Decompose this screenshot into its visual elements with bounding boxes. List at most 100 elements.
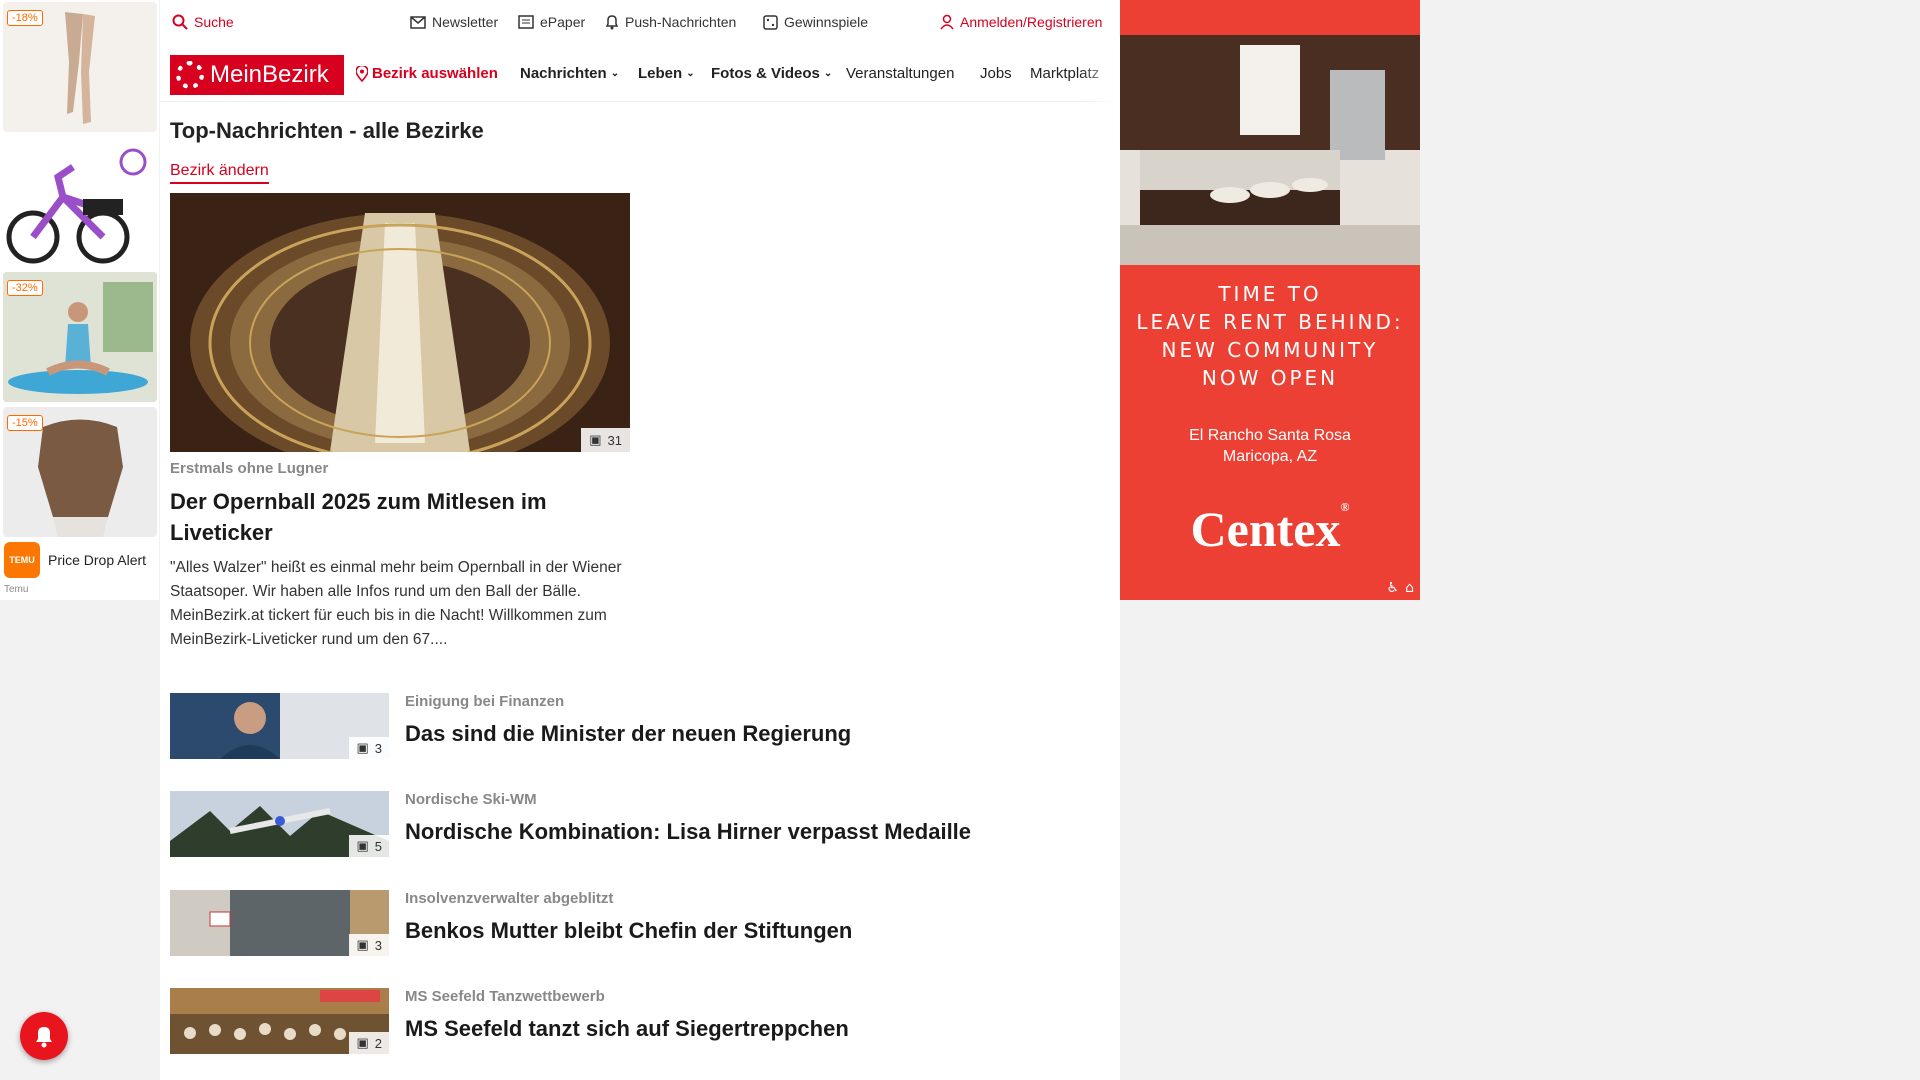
photo-count: 3: [374, 740, 382, 756]
kitchen-photo: [1120, 0, 1420, 265]
nav-veranstaltungen[interactable]: Veranstaltungen: [846, 65, 954, 82]
hero-teaser: "Alles Walzer" heißt es einmal mehr beim…: [170, 559, 622, 648]
hero-title[interactable]: Der Opernball 2025 zum Mitlesen im Livet…: [170, 486, 630, 548]
chevron-down-icon: ⌄: [823, 68, 833, 79]
ad-tile-trike[interactable]: [3, 137, 157, 267]
article-title[interactable]: Das sind die Minister der neuen Regierun…: [405, 721, 851, 747]
article-thumbnail[interactable]: ▣ 3: [170, 890, 389, 956]
ad-brand-name: Centex: [1190, 501, 1341, 557]
login-link[interactable]: Anmelden/Registrieren: [940, 14, 1102, 30]
ad-tile-shirt[interactable]: -15%: [3, 407, 157, 537]
gallery-icon: ▣: [356, 838, 369, 853]
equal-housing-icon: ⌂: [1405, 580, 1414, 596]
utility-bar: Suche Newsletter ePaper Push-Nachrichten…: [160, 0, 1120, 46]
article-thumbnail[interactable]: ▣ 5: [170, 791, 389, 857]
chevron-down-icon: ⌄: [686, 68, 695, 79]
photo-count-badge: ▣ 5: [349, 835, 389, 857]
bezirk-select[interactable]: Bezirk auswählen: [356, 65, 498, 82]
user-icon: [940, 14, 954, 30]
epaper-link[interactable]: ePaper: [518, 14, 585, 30]
photo-count: 5: [374, 838, 382, 854]
push-label: Push-Nachrichten: [625, 14, 737, 30]
discount-badge: -32%: [7, 280, 43, 296]
ad-headline-line: LEAVE RENT BEHIND:: [1136, 310, 1404, 334]
ad-headline: TIME TO LEAVE RENT BEHIND: NEW COMMUNITY…: [1120, 280, 1420, 392]
nav-fotos-videos[interactable]: Fotos & Videos ⌄: [711, 65, 832, 82]
article-item[interactable]: ▣ 3 Einigung bei Finanzen Das sind die M…: [170, 693, 1070, 763]
bell-icon: [605, 15, 619, 30]
article-kicker: Nordische Ski-WM: [405, 791, 537, 808]
nav-fade-overlay: [1080, 46, 1120, 102]
discount-badge: -18%: [7, 10, 43, 26]
photo-count-badge: ▣ 3: [349, 934, 389, 956]
opera-ball-photo: [170, 193, 630, 452]
ad-headline-line: TIME TO: [1218, 282, 1322, 306]
notification-bell-button[interactable]: [20, 1012, 68, 1060]
article-title[interactable]: Nordische Kombination: Lisa Hirner verpa…: [405, 819, 971, 845]
nav-label: Veranstaltungen: [846, 65, 955, 82]
hero-kicker: Erstmals ohne Lugner: [170, 460, 329, 477]
nav-label: Jobs: [980, 65, 1012, 82]
gallery-icon: ▣: [356, 740, 369, 755]
article-thumbnail[interactable]: ▣ 2: [170, 988, 389, 1054]
epaper-label: ePaper: [540, 14, 586, 30]
main-content: Suche Newsletter ePaper Push-Nachrichten…: [160, 0, 1120, 1080]
nav-leben[interactable]: Leben ⌄: [638, 65, 695, 82]
temu-logo: TEMU: [4, 542, 40, 578]
article-kicker: Einigung bei Finanzen: [405, 693, 565, 710]
photo-count-badge: ▣ 3: [349, 737, 389, 759]
ad-location-line: El Rancho Santa Rosa: [1189, 427, 1351, 444]
newsletter-link[interactable]: Newsletter: [410, 14, 498, 30]
left-ad-panel[interactable]: ▷ⓘ -18% -32% -15%: [0, 0, 159, 600]
newspaper-icon: [518, 15, 534, 29]
search-link[interactable]: Suche: [172, 14, 234, 30]
ad-location: El Rancho Santa Rosa Maricopa, AZ: [1120, 425, 1420, 467]
centex-logo: Centex®: [1120, 500, 1420, 558]
article-title[interactable]: MS Seefeld tanzt sich auf Siegertreppche…: [405, 1016, 849, 1042]
temu-promo-row[interactable]: TEMU Price Drop Alert: [4, 542, 159, 578]
article-item[interactable]: ▣ 5 Nordische Ski-WM Nordische Kombinati…: [170, 791, 1070, 861]
ad-location-line: Maricopa, AZ: [1222, 448, 1318, 465]
nav-jobs[interactable]: Jobs: [980, 65, 1012, 82]
gallery-icon: ▣: [356, 1035, 369, 1050]
change-bezirk-link[interactable]: Bezirk ändern: [170, 162, 269, 184]
chevron-down-icon: ⌄: [610, 68, 620, 79]
logo-sun-icon: [176, 61, 204, 89]
bell-icon: [36, 1027, 52, 1048]
page-title: Top-Nachrichten - alle Bezirke: [170, 118, 484, 143]
article-title[interactable]: Benkos Mutter bleibt Chefin der Stiftung…: [405, 918, 852, 944]
photo-count: 31: [607, 432, 622, 448]
nav-nachrichten[interactable]: Nachrichten ⌄: [520, 65, 619, 82]
discount-badge: -15%: [7, 415, 43, 431]
ad-tile-yoga[interactable]: -32%: [3, 272, 157, 402]
ad-brand-label: Temu: [4, 584, 29, 595]
search-label: Suche: [194, 14, 234, 30]
hero-image[interactable]: ▣ 31: [170, 193, 630, 452]
main-navigation: MeinBezirk Bezirk auswählen Nachrichten …: [160, 46, 1120, 102]
ad-compliance-icons: ♿ ⌂: [1387, 580, 1414, 596]
ad-headline-line: NEW COMMUNITY: [1161, 338, 1379, 362]
mail-icon: [410, 15, 426, 29]
right-ad-centex[interactable]: ▷ⓘ TIME TO LEAVE RENT BEHIND: NEW COMMUN…: [1120, 0, 1420, 600]
article-thumbnail[interactable]: ▣ 3: [170, 693, 389, 759]
nav-label: Leben: [638, 65, 683, 82]
photo-count-badge: ▣ 2: [349, 1032, 389, 1054]
nav-label: Fotos & Videos: [711, 65, 820, 82]
meinbezirk-logo[interactable]: MeinBezirk: [170, 55, 344, 95]
article-item[interactable]: ▣ 3 Insolvenzverwalter abgeblitzt Benkos…: [170, 890, 1070, 960]
promo-text: Price Drop Alert: [48, 552, 147, 568]
ad-headline-line: NOW OPEN: [1201, 366, 1339, 390]
gallery-icon: ▣: [589, 432, 602, 447]
gallery-icon: ▣: [356, 937, 369, 952]
ad-tile-tights[interactable]: -18%: [3, 2, 157, 132]
logo-text: MeinBezirk: [210, 61, 329, 88]
gewinnspiele-link[interactable]: Gewinnspiele: [763, 14, 868, 30]
location-pin-icon: [356, 65, 368, 82]
photo-count-badge: ▣ 31: [581, 428, 630, 452]
bezirk-label: Bezirk auswählen: [372, 65, 498, 82]
article-item[interactable]: ▣ 2 MS Seefeld Tanzwettbewerb MS Seefeld…: [170, 988, 1070, 1058]
gewinnspiele-label: Gewinnspiele: [784, 14, 869, 30]
login-label: Anmelden/Registrieren: [960, 14, 1103, 30]
push-notifications-link[interactable]: Push-Nachrichten: [605, 14, 736, 30]
photo-count: 3: [374, 937, 382, 953]
